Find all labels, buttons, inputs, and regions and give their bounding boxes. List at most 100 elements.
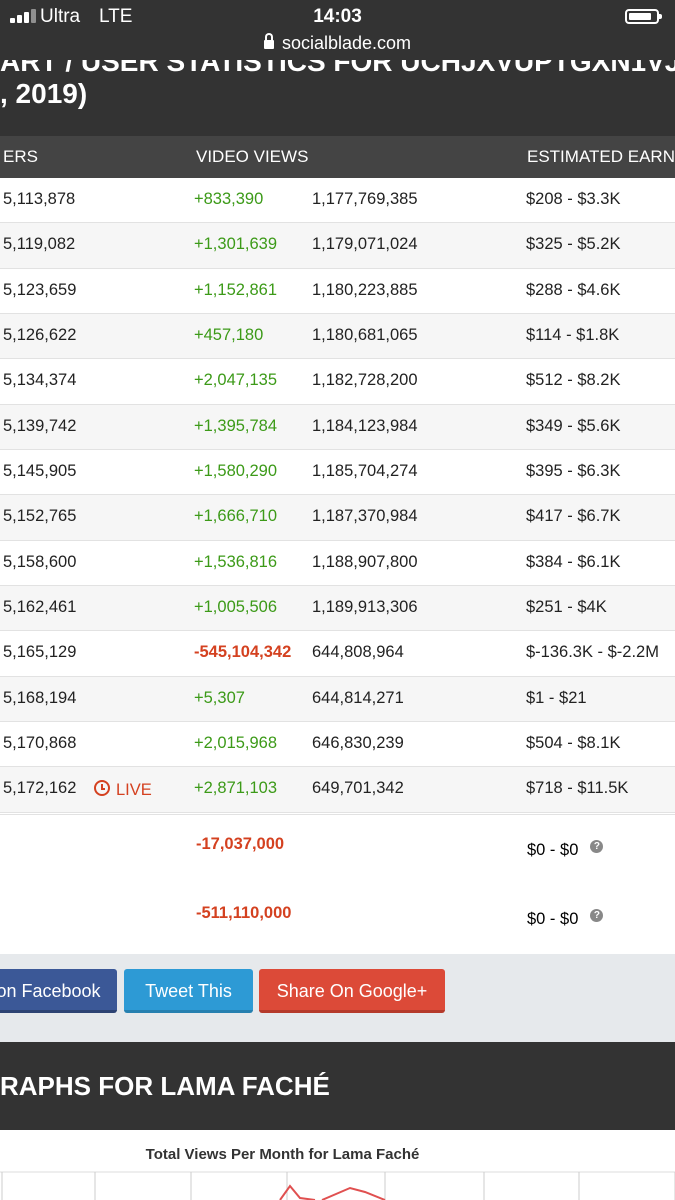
total-earnings-2: $0 - $0? (527, 909, 604, 929)
table-row: 5,113,878 +833,390 1,177,769,385 $208 - $3.… (0, 178, 675, 224)
table-row: 5,168,194 +5,307 644,814,271 $1 - $21 (0, 676, 675, 723)
earnings-range: $114 - $1.8K (526, 326, 620, 345)
views-total: 649,701,342 (312, 779, 404, 798)
views-chart: Total Views Per Month for Lama Faché (0, 1130, 675, 1200)
subscriber-count: 5,145,905 (3, 462, 77, 481)
header-estimated-earnings: ESTIMATED EARNI (527, 147, 675, 166)
views-delta: +5,307 (194, 688, 245, 707)
subscriber-count: 5,134,374 (3, 371, 77, 390)
total-earnings-value-1: $0 - $0 (527, 841, 579, 859)
live-label: LIVE (116, 781, 152, 800)
views-delta: -545,104,342 (194, 643, 292, 662)
page-title-band: ART / USER STATISTICS FOR UCHJXVUPTGXN1V… (0, 60, 675, 136)
subscriber-count: 5,119,082 (3, 235, 76, 254)
earnings-range: $349 - $5.6K (526, 416, 621, 435)
graphs-section-header: RAPHS FOR LAMA FACHÉ (0, 1042, 675, 1130)
views-total: 644,808,964 (312, 643, 404, 662)
views-total: 1,182,728,200 (312, 371, 418, 390)
table-row: 5,162,461 +1,005,506 1,189,913,306 $251 - $… (0, 586, 675, 632)
table-row: 5,119,082 +1,301,639 1,179,071,024 $325 - $… (0, 223, 675, 269)
views-total: 1,189,913,306 (312, 598, 418, 617)
earnings-range: $417 - $6.7K (526, 507, 621, 526)
earnings-range: $718 - $11.5K (526, 779, 629, 798)
views-total: 1,179,071,024 (312, 235, 418, 254)
chart-series-line (279, 1184, 316, 1200)
tweet-button[interactable]: Tweet This (124, 969, 253, 1013)
earnings-range: $504 - $8.1K (526, 734, 621, 753)
total-views-delta-1: -17,037,000 (196, 835, 285, 853)
earnings-range: $251 - $4K (526, 598, 607, 617)
views-total: 646,830,239 (312, 734, 404, 753)
earnings-range: $512 - $8.2K (526, 371, 621, 390)
table-row: 5,139,742 +1,395,784 1,184,123,984 $349 - $… (0, 404, 675, 451)
subscriber-count: 5,126,622 (3, 326, 77, 345)
lock-icon (263, 33, 274, 49)
help-icon[interactable]: ? (590, 840, 604, 853)
table-row: 5,158,600 +1,536,816 1,188,907,800 $384 - $… (0, 540, 675, 587)
graphs-section-title: RAPHS FOR LAMA FACHÉ (0, 1071, 330, 1101)
views-total: 1,177,769,385 (312, 190, 418, 208)
views-delta: +1,301,639 (194, 235, 278, 254)
chart-series-line (321, 1186, 386, 1200)
views-delta: +457,180 (194, 326, 264, 345)
address-bar[interactable]: socialblade.com (0, 33, 675, 54)
subscriber-count: 5,165,129 (3, 643, 77, 662)
views-total: 1,184,123,984 (312, 416, 418, 435)
views-total: 1,187,370,984 (312, 507, 418, 526)
views-delta: +1,152,861 (194, 280, 278, 299)
subscriber-count: 5,113,878 (3, 190, 76, 208)
views-total: 644,814,271 (312, 688, 404, 707)
table-row: 5,165,129 -545,104,342 644,808,964 $-136.3K… (0, 631, 675, 677)
subscriber-count: 5,170,868 (3, 734, 77, 753)
views-delta: +2,015,968 (194, 734, 278, 753)
views-delta: +1,580,290 (194, 462, 278, 481)
table-header: ERS VIDEO VIEWS ESTIMATED EARNI (0, 136, 675, 178)
views-total: 1,180,681,065 (312, 326, 418, 345)
subscriber-count: 5,158,600 (3, 552, 77, 571)
views-delta: +1,536,816 (194, 552, 278, 571)
page-title-line1: ART / USER STATISTICS FOR UCHJXVUPTGXN1V… (0, 60, 675, 77)
subscriber-count: 5,123,659 (3, 280, 77, 299)
views-delta: +1,666,710 (194, 507, 278, 526)
subscriber-count: 5,172,162 (3, 779, 77, 798)
total-earnings-1: $0 - $0? (527, 840, 604, 860)
share-facebook-button[interactable]: on Facebook (0, 969, 117, 1013)
total-earnings-value-2: $0 - $0 (527, 910, 579, 928)
share-google-button[interactable]: Share On Google+ (259, 969, 445, 1013)
projection-totals: -17,037,000 $0 - $0? -511,110,000 $0 - $… (0, 814, 675, 955)
views-total: 1,180,223,885 (312, 280, 418, 299)
table-row: 5,170,868 +2,015,968 646,830,239 $504 - $8.… (0, 722, 675, 768)
subscriber-count: 5,139,742 (3, 416, 77, 435)
subscriber-count: 5,162,461 (3, 598, 77, 617)
earnings-range: $-136.3K - $-2.2M (526, 643, 659, 662)
table-row: 5,123,659 +1,152,861 1,180,223,885 $288 - $… (0, 268, 675, 315)
views-delta: +1,005,506 (194, 598, 278, 617)
chart-canvas (0, 1171, 675, 1200)
help-icon[interactable]: ? (590, 909, 604, 922)
views-total: 1,188,907,800 (312, 552, 418, 571)
clock-icon (94, 780, 110, 797)
share-bar: on Facebook Tweet This Share On Google+ (0, 954, 675, 1042)
views-delta: +2,047,135 (194, 371, 278, 390)
table-row: 5,172,162 LIVE +2,871,103 649,701,342 $718 -… (0, 767, 675, 813)
live-indicator: LIVE (94, 779, 152, 800)
earnings-range: $395 - $6.3K (526, 462, 621, 481)
url-text: socialblade.com (281, 33, 412, 53)
page-title-line2: , 2019) (0, 78, 88, 109)
subscriber-count: 5,168,194 (3, 688, 77, 707)
table-row: 5,145,905 +1,580,290 1,185,704,274 $395 - $… (0, 450, 675, 496)
earnings-range: $208 - $3.3K (526, 190, 621, 208)
views-delta: +2,871,103 (194, 779, 278, 798)
earnings-range: $325 - $5.2K (526, 235, 621, 254)
subscriber-count: 5,152,765 (3, 507, 77, 526)
header-video-views: VIDEO VIEWS (196, 147, 309, 166)
total-views-delta-2: -511,110,000 (196, 904, 292, 922)
header-subscribers: ERS (3, 147, 38, 166)
views-delta: +833,390 (194, 190, 264, 208)
views-delta: +1,395,784 (194, 416, 278, 435)
table-row: 5,134,374 +2,047,135 1,182,728,200 $512 - $… (0, 359, 675, 405)
clock-time: 14:03 (313, 6, 362, 27)
views-total: 1,185,704,274 (312, 462, 418, 481)
status-bar: Ultra LTE 14:03 socialblade.com (0, 0, 675, 60)
battery-icon (625, 9, 662, 24)
